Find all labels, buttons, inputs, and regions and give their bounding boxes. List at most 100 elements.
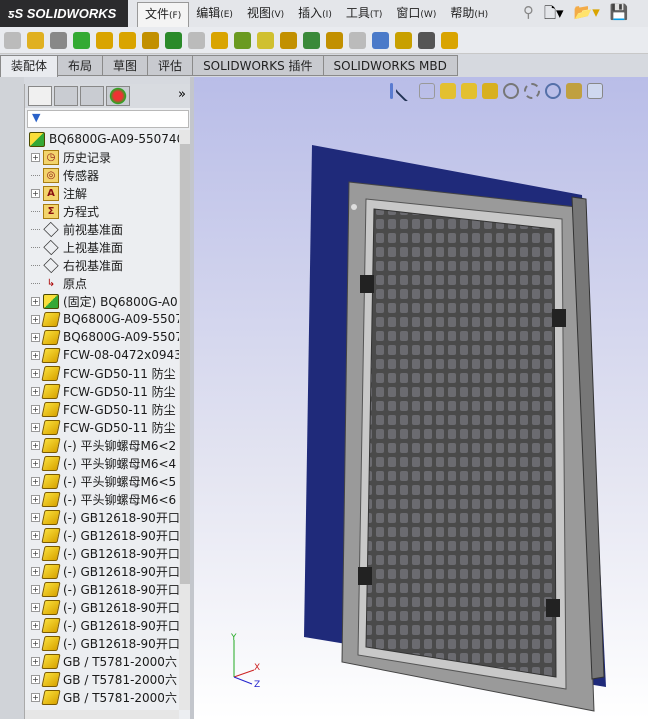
tree-item[interactable]: + FCW-GD50-11 防尘: [25, 382, 179, 400]
expand-toggle[interactable]: +: [31, 368, 40, 378]
tree-item[interactable]: + (-) GB12618-90开口: [25, 562, 179, 580]
instant3d-icon[interactable]: [326, 31, 343, 49]
expand-toggle[interactable]: +: [31, 620, 40, 630]
open-icon[interactable]: 📂▾: [574, 3, 600, 28]
expand-toggle[interactable]: +: [31, 296, 40, 306]
expand-toggle[interactable]: +: [31, 458, 40, 468]
mate-icon[interactable]: [119, 31, 136, 49]
tree-filter[interactable]: ▼: [27, 110, 189, 128]
menu-2[interactable]: 视图(V): [240, 2, 291, 28]
tree-item[interactable]: + ◷ 历史记录: [25, 148, 179, 166]
expand-toggle[interactable]: +: [31, 422, 40, 432]
show-hidden-icon[interactable]: [165, 31, 182, 49]
exploded-view-icon[interactable]: [280, 31, 297, 49]
property-manager-tab[interactable]: [54, 86, 78, 106]
tree-item[interactable]: ↳ 原点: [25, 274, 179, 292]
menu-1[interactable]: 编辑(E): [189, 2, 240, 28]
tree-item[interactable]: + FCW-08-0472x0943: [25, 346, 179, 364]
door-model[interactable]: [194, 77, 648, 719]
smart-fasteners-icon[interactable]: [96, 31, 113, 49]
section-icon[interactable]: [441, 31, 458, 49]
save-icon[interactable]: 💾: [610, 3, 629, 28]
tree-item[interactable]: 上视基准面: [25, 238, 179, 256]
bill-of-materials-icon[interactable]: [257, 31, 274, 49]
scroll-thumb[interactable]: [180, 144, 190, 584]
tab-1[interactable]: 布局: [57, 55, 104, 76]
expand-toggle[interactable]: +: [31, 566, 40, 576]
tab-0[interactable]: 装配体: [0, 55, 59, 77]
tree-item[interactable]: + A 注解: [25, 184, 179, 202]
tree-item[interactable]: + GB / T5781-2000六: [25, 670, 179, 688]
tree-item[interactable]: + (-) GB12618-90开口: [25, 526, 179, 544]
more-tabs-button[interactable]: »: [178, 87, 186, 102]
tree-item[interactable]: + (-) GB12618-90开口: [25, 508, 179, 526]
expand-toggle[interactable]: +: [31, 692, 40, 702]
expand-toggle[interactable]: +: [31, 440, 40, 450]
tree-item[interactable]: + FCW-GD50-11 防尘: [25, 364, 179, 382]
feature-manager-tab[interactable]: [28, 86, 52, 106]
move-component-icon[interactable]: [142, 31, 159, 49]
tree-item[interactable]: + FCW-GD50-11 防尘: [25, 418, 179, 436]
expand-toggle[interactable]: +: [31, 386, 40, 396]
expand-toggle[interactable]: +: [31, 638, 40, 648]
large-assembly-icon[interactable]: [395, 31, 412, 49]
tree-item[interactable]: + GB / T5781-2000六: [25, 688, 179, 706]
tree-item[interactable]: + (-) 平头铆螺母M6<4: [25, 454, 179, 472]
attach-icon[interactable]: [50, 31, 67, 49]
tree-item[interactable]: + (-) 平头铆螺母M6<6: [25, 490, 179, 508]
solidworks-logo[interactable]: ƽS SOLIDWORKS: [0, 0, 128, 27]
tree-item[interactable]: + (-) GB12618-90开口: [25, 634, 179, 652]
new-motion-study-icon[interactable]: [234, 31, 251, 49]
tab-4[interactable]: SOLIDWORKS 插件: [192, 55, 324, 76]
tree-item[interactable]: + (-) GB12618-90开口: [25, 580, 179, 598]
new-document-icon[interactable]: 🗋▾: [544, 3, 564, 28]
pin-icon[interactable]: ⚲: [523, 3, 534, 28]
expand-toggle[interactable]: +: [31, 674, 40, 684]
tree-item[interactable]: + (-) 平头铆螺母M6<5: [25, 472, 179, 490]
tree-item[interactable]: + (-) 平头铆螺母M6<2: [25, 436, 179, 454]
insert-component-icon[interactable]: [4, 31, 21, 49]
linear-pattern-icon[interactable]: [73, 31, 90, 49]
tree-item[interactable]: Σ 方程式: [25, 202, 179, 220]
expand-toggle[interactable]: +: [31, 404, 40, 414]
tree-item[interactable]: + (-) GB12618-90开口: [25, 598, 179, 616]
expand-toggle[interactable]: +: [31, 314, 40, 324]
expand-toggle[interactable]: +: [31, 530, 40, 540]
tree-item[interactable]: + GB / T5781-2000六: [25, 652, 179, 670]
new-part-icon[interactable]: [27, 31, 44, 49]
display-manager-tab[interactable]: [106, 86, 130, 106]
menu-6[interactable]: 帮助(H): [443, 2, 495, 28]
tree-item[interactable]: + BQ6800G-A09-5507: [25, 310, 179, 328]
tree-root[interactable]: BQ6800G-A09-550740: [25, 130, 179, 148]
menu-4[interactable]: 工具(T): [339, 2, 390, 28]
take-snapshot-icon[interactable]: [372, 31, 389, 49]
tab-5[interactable]: SOLIDWORKS MBD: [322, 55, 458, 76]
expand-toggle[interactable]: +: [31, 602, 40, 612]
expand-toggle[interactable]: +: [31, 656, 40, 666]
expand-toggle[interactable]: +: [31, 476, 40, 486]
expand-toggle[interactable]: +: [31, 332, 40, 342]
menu-3[interactable]: 插入(I): [291, 2, 339, 28]
expand-toggle[interactable]: +: [31, 512, 40, 522]
assembly-features-icon[interactable]: [188, 31, 205, 49]
configuration-manager-tab[interactable]: [80, 86, 104, 106]
interference-icon[interactable]: [418, 31, 435, 49]
tree-item[interactable]: + BQ6800G-A09-5507: [25, 328, 179, 346]
tab-2[interactable]: 草图: [102, 55, 149, 76]
menu-5[interactable]: 窗口(W): [389, 2, 443, 28]
expand-toggle[interactable]: +: [31, 152, 40, 162]
expand-toggle[interactable]: +: [31, 548, 40, 558]
expand-toggle[interactable]: +: [31, 494, 40, 504]
explode-line-icon[interactable]: [303, 31, 320, 49]
expand-toggle[interactable]: +: [31, 584, 40, 594]
tree-item[interactable]: 前视基准面: [25, 220, 179, 238]
graphics-viewport[interactable]: Y X Z: [194, 77, 648, 719]
reference-geometry-icon[interactable]: [211, 31, 228, 49]
tree-item[interactable]: + (固定) BQ6800G-A0: [25, 292, 179, 310]
update-speedpak-icon[interactable]: [349, 31, 366, 49]
tree-item[interactable]: ◎ 传感器: [25, 166, 179, 184]
tree-item[interactable]: + (-) GB12618-90开口: [25, 544, 179, 562]
tab-3[interactable]: 评估: [147, 55, 194, 76]
tree-item[interactable]: + FCW-GD50-11 防尘: [25, 400, 179, 418]
tree-item[interactable]: 右视基准面: [25, 256, 179, 274]
